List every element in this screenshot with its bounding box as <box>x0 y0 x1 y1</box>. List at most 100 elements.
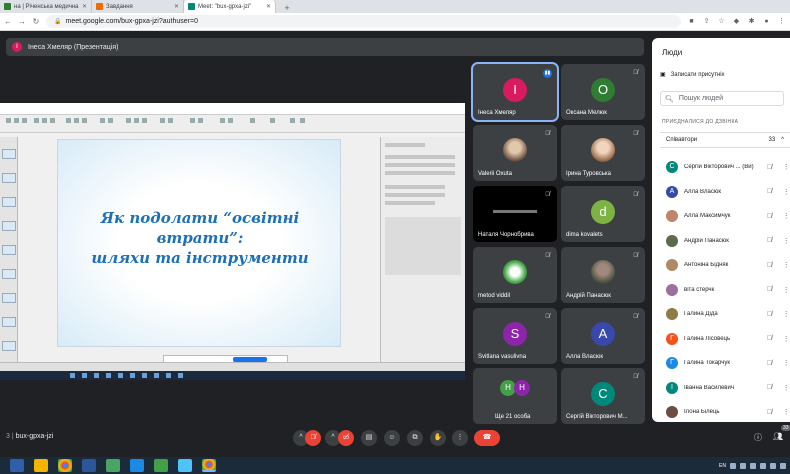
mic-off-icon: 🎙̸ <box>766 335 773 343</box>
tray-icon[interactable] <box>730 462 736 469</box>
tray-icon[interactable] <box>750 462 756 469</box>
close-icon[interactable]: ✕ <box>82 3 87 10</box>
participant-tile[interactable]: 🎙̸ S Svitlana vasulivna <box>473 308 557 364</box>
forward-icon[interactable]: → <box>18 17 26 26</box>
word-icon[interactable] <box>82 459 96 472</box>
list-item[interactable]: віта стерчк 🎙̸ ⋮ <box>666 278 790 303</box>
participant-tile[interactable]: ▮▮ І Інеса Хмеляр <box>471 62 559 122</box>
list-item[interactable]: Антоніна Бідняк 🎙̸ ⋮ <box>666 253 790 278</box>
more-vert-icon[interactable]: ⋮ <box>782 384 790 392</box>
raise-hand-button[interactable]: ✋ <box>430 430 446 446</box>
participant-tile[interactable]: 🎙̸ d dima kovalets <box>561 186 645 242</box>
more-vert-icon[interactable]: ⋮ <box>782 163 790 171</box>
mic-off-icon: 🎙̸ <box>766 310 773 318</box>
camera-icon[interactable]: ■ <box>687 17 696 26</box>
participant-list: С Сергій Вікторович ... (Ви) 🎙̸ ⋮ А Алла… <box>666 155 790 422</box>
more-options-button[interactable]: ⋮ <box>452 430 468 446</box>
shared-taskbar <box>0 371 465 380</box>
app-icon[interactable] <box>154 459 168 472</box>
avatar: І <box>666 381 678 394</box>
more-vert-icon[interactable]: ⋮ <box>782 359 790 367</box>
tray-icon[interactable] <box>740 462 746 469</box>
more-vert-icon[interactable]: ⋮ <box>782 286 790 294</box>
mic-off-icon: 🎙̸ <box>766 212 773 220</box>
mic-off-icon: 🎙̸ <box>766 188 773 196</box>
list-item[interactable]: Андрій Панасюк 🎙̸ ⋮ <box>666 229 790 254</box>
mic-toggle-button[interactable]: 🎙̸ <box>305 430 321 446</box>
chrome-icon[interactable] <box>58 459 72 472</box>
new-tab-icon[interactable]: + <box>280 3 294 13</box>
close-icon[interactable]: ✕ <box>174 3 179 10</box>
present-button[interactable]: ⧉ <box>407 430 423 446</box>
list-item[interactable]: Г Галина Лісовець 🎙̸ ⋮ <box>666 327 790 352</box>
app-icon[interactable] <box>106 459 120 472</box>
divider: 3 | <box>6 433 16 440</box>
file-explorer-icon[interactable] <box>34 459 48 472</box>
properties-sidebar <box>380 137 465 362</box>
reactions-button[interactable]: ☺ <box>384 430 400 446</box>
participant-tile[interactable]: 🎙̸ С Сергій Вікторович М... <box>561 368 645 424</box>
list-item[interactable]: Г Галина Токарчук 🎙̸ ⋮ <box>666 351 790 376</box>
more-participants-tile[interactable]: Н Н Ще 21 особа <box>473 368 557 424</box>
share-icon[interactable]: ⇪ <box>702 17 711 26</box>
list-item[interactable]: А Алла Власюк 🎙̸ ⋮ <box>666 180 790 205</box>
language-indicator[interactable]: EN <box>719 463 726 469</box>
group-header[interactable]: Співавтори 33 ^ <box>660 132 790 148</box>
windows-start-icon[interactable] <box>10 459 24 472</box>
shared-menubar <box>0 103 465 115</box>
more-vert-icon[interactable]: ⋮ <box>782 237 790 245</box>
more-vert-icon[interactable]: ⋮ <box>782 310 790 318</box>
leave-call-button[interactable]: ☎ <box>474 430 500 446</box>
reload-icon[interactable]: ↻ <box>32 17 40 26</box>
chrome-active-icon[interactable] <box>202 459 216 472</box>
more-vert-icon[interactable]: ⋮ <box>782 261 790 269</box>
participant-tile[interactable]: 🎙̸ Наталя Чорнобрива <box>473 186 557 242</box>
more-vert-icon[interactable]: ⋮ <box>782 335 790 343</box>
url-field[interactable]: 🔒 meet.google.com/bux-gpxa-jzi?authuser=… <box>46 15 681 28</box>
list-item[interactable]: І Іванна Василевич 🎙̸ ⋮ <box>666 376 790 401</box>
search-input[interactable]: 🔍︎ Пошук людей <box>660 91 784 106</box>
browser-tab-active[interactable]: Meet: "bux-gpxa-jzi" ✕ <box>184 0 276 13</box>
avatar: S <box>503 322 527 346</box>
participant-tile[interactable]: 🎙̸ О Оксана Мелюк <box>561 64 645 120</box>
list-item[interactable]: С Сергій Вікторович ... (Ви) 🎙̸ ⋮ <box>666 155 790 180</box>
people-icon[interactable]: 👥︎ <box>772 432 784 441</box>
list-item[interactable]: Галина Діда 🎙̸ ⋮ <box>666 302 790 327</box>
profile-icon[interactable]: ● <box>762 17 771 26</box>
back-icon[interactable]: ← <box>4 17 12 26</box>
record-label: Записати присутніх <box>670 71 725 78</box>
extension-icon[interactable]: ◆ <box>732 17 741 26</box>
more-vert-icon[interactable]: ⋮ <box>782 212 790 220</box>
tab-favicon-icon <box>96 3 103 10</box>
close-icon[interactable]: ✕ <box>266 3 271 10</box>
record-attendance-button[interactable]: ▣ Записати присутніх <box>660 71 725 79</box>
tray-icon[interactable] <box>780 462 786 469</box>
tray-icon[interactable] <box>770 462 776 469</box>
more-vert-icon[interactable]: ⋮ <box>782 408 790 416</box>
calculator-icon[interactable] <box>130 459 144 472</box>
participant-tile[interactable]: 🎙̸ Андрій Панасюк <box>561 247 645 303</box>
browser-tab[interactable]: на | Річенська медична ✕ <box>0 0 92 13</box>
browser-tab[interactable]: Завдання ✕ <box>92 0 184 13</box>
more-vert-icon[interactable]: ⋮ <box>782 188 790 196</box>
extensions-icon[interactable]: ✱ <box>747 17 756 26</box>
info-icon[interactable]: ⓘ <box>752 432 764 443</box>
tray-icon[interactable] <box>760 462 766 469</box>
participant-tile[interactable]: 🎙̸ metod viddil <box>473 247 557 303</box>
participant-tile[interactable]: 🎙̸ Valerii Oxuta <box>473 125 557 181</box>
avatar: d <box>591 200 615 224</box>
mic-off-icon: 🎙̸ <box>766 163 773 171</box>
camera-toggle-button[interactable]: ▭̸ <box>338 430 354 446</box>
app-icon[interactable] <box>178 459 192 472</box>
participant-tile[interactable]: 🎙̸ Ірина Туровська <box>561 125 645 181</box>
star-icon[interactable]: ☆ <box>717 17 726 26</box>
list-item[interactable]: Ілона Білець 🎙̸ ⋮ <box>666 400 790 422</box>
mic-off-icon: 🎙̸ <box>766 261 773 269</box>
list-item[interactable]: Алла Максимчук 🎙̸ ⋮ <box>666 204 790 229</box>
avatar-photo <box>666 234 678 247</box>
participant-tile[interactable]: 🎙̸ А Алла Власюк <box>561 308 645 364</box>
captions-button[interactable]: ▤ <box>361 430 377 446</box>
lock-icon: 🔒 <box>54 19 62 25</box>
menu-icon[interactable]: ⋮ <box>777 17 786 26</box>
participant-name: Valerii Oxuta <box>478 171 512 177</box>
